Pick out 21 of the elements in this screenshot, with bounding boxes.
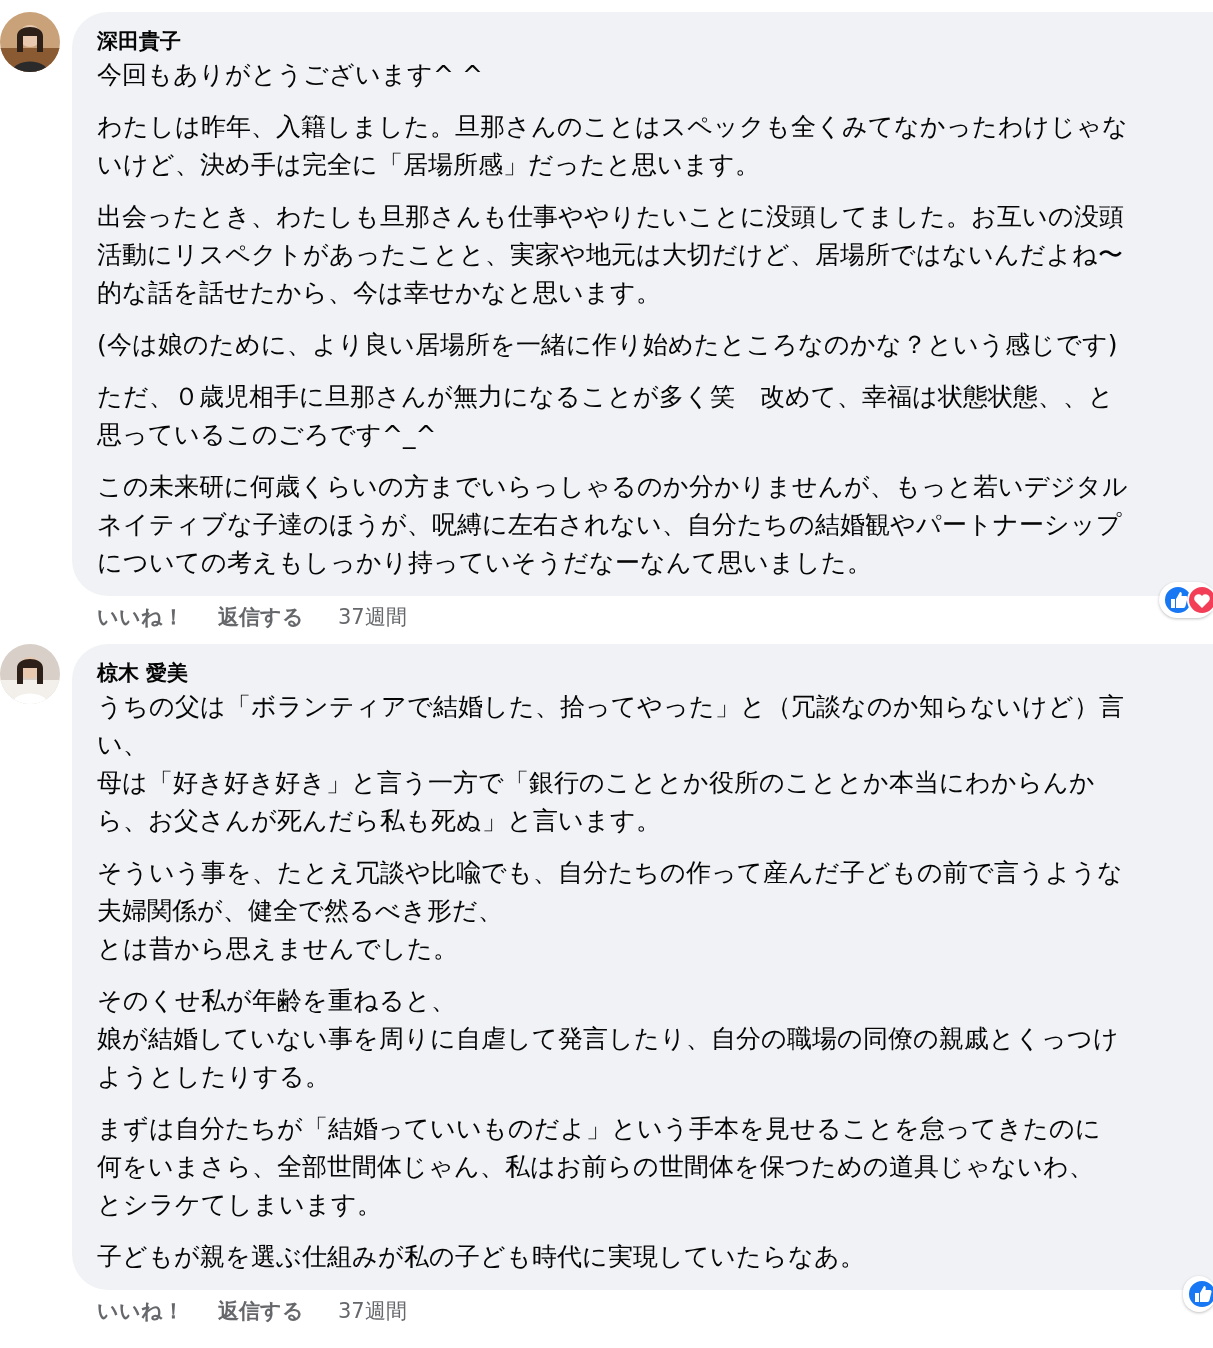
comment-paragraph: そういう事を、たとえ冗談や比喩でも、自分たちの作って産んだ子どもの前で言うような 夫婦関係が、健全で然るべき形だ、 とは昔から思えませんでした。 — [97, 857, 1124, 965]
comment-action-link[interactable]: いいね！ — [97, 1296, 184, 1326]
comment-paragraph: 子どもが親を選ぶ仕組みが私の子ども時代に実現していたらなあ。 — [97, 1241, 866, 1273]
comment-paragraph: まずは自分たちが「結婚っていいものだよ」という手本を見せることを怠ってきたのに 何をいまさら、全部世間体じゃん、私はお前らの世間体を保つための道具じゃないわ、 とシラケてしまいます。 — [97, 1113, 1102, 1221]
author-name[interactable]: 椋木 愛美 — [97, 658, 1213, 688]
comment-paragraph: わたしは昨年、入籍しました。旦那さんのことはスペックも全くみてなかったわけじゃな いけど、決め手は完全に「居場所感」だったと思います。 — [97, 111, 1129, 181]
comment-paragraph: ただ、０歳児相手に旦那さんが無力になることが多く笑 改めて、幸福は状態状態、、と 思っているこのごろです^_^ — [97, 381, 1115, 451]
comment-action-link[interactable]: いいね！ — [97, 602, 184, 632]
comment-paragraph: 出会ったとき、わたしも旦那さんも仕事ややりたいことに没頭してました。お互いの没頭 活動にリスペクトがあったことと、実家や地元は大切だけど、居場所ではないんだよね〜 的な話を話せたから、今は幸せかなと思います。 — [97, 201, 1125, 309]
comment-paragraph: うちの父は「ボランティアで結婚した、拾ってやった」と（冗談なのか知らないけど）言 い、 母は「好き好き好き」と言う一方で「銀行のこととか役所のこととか本当にわからんか ら、お父さんが死んだら私も死ぬ」と言います。 — [97, 691, 1125, 837]
timestamp[interactable]: 37週間 — [338, 602, 407, 632]
reaction-badge[interactable] — [1183, 1276, 1213, 1312]
comment-paragraph: そのくせ私が年齢を重ねると、 娘が結婚していない事を周りに自虐して発言したり、自分の職場の同僚の親戚とくっつけ ようとしたりする。 — [97, 985, 1120, 1093]
comment-action-link[interactable]: 返信する — [218, 1296, 304, 1326]
comment-action-link[interactable]: 返信する — [218, 602, 304, 632]
comment-paragraph: 今回もありがとうございます^ ^ — [97, 59, 484, 91]
comment-paragraph: この未来研に何歳くらいの方までいらっしゃるのか分かりませんが、もっと若いデジタル ネイティブな子達のほうが、呪縛に左右されない、自分たちの結婚観やパートナーシップ についての考えもしっかり持っていそうだなーなんて思いました。 — [97, 471, 1129, 579]
comment-paragraph: (今は娘のために、より良い居場所を一緒に作り始めたところなのかな？という感じです) — [97, 329, 1119, 361]
timestamp[interactable]: 37週間 — [338, 1296, 407, 1326]
author-name[interactable]: 深田貴子 — [97, 26, 1213, 56]
reaction-badge[interactable] — [1159, 582, 1213, 618]
